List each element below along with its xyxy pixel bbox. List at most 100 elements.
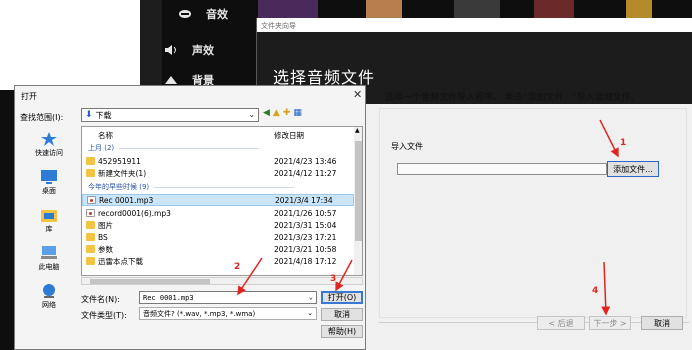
- file-date: 2021/3/23 17:21: [274, 232, 337, 242]
- help-button[interactable]: 帮助(H): [321, 325, 363, 338]
- file-date: 2021/3/4 17:34: [275, 195, 333, 205]
- nav-this-pc[interactable]: 此电脑: [20, 246, 78, 272]
- group-header-last-month[interactable]: 上月 (2): [88, 143, 260, 153]
- open-button[interactable]: 打开(O): [321, 291, 363, 304]
- nav-label: 此电脑: [38, 263, 60, 271]
- nav-quick-access[interactable]: 快速访问: [20, 132, 78, 158]
- file-name: BS: [98, 232, 108, 242]
- bg-menu-item-sound-effect[interactable]: 音效: [178, 6, 228, 22]
- file-name: 迅雷本点下载: [98, 256, 143, 266]
- look-in-label: 查找范围(I):: [20, 113, 64, 122]
- open-file-dialog: 打开 ✕ 查找范围(I): ⬇ 下载 ⌄ ◀ ▲ ✚ ▦ 快速访问 桌面 库 此…: [14, 85, 366, 350]
- up-folder-icon[interactable]: ▲: [273, 108, 280, 118]
- folder-icon: [86, 157, 95, 165]
- file-date: 2021/3/21 10:58: [274, 244, 337, 254]
- horizontal-scrollbar[interactable]: [81, 277, 363, 285]
- file-name: 图片: [98, 220, 113, 230]
- desktop-icon: [41, 170, 57, 184]
- filetype-select[interactable]: 音频文件? (*.wav, *.mp3, *.wma) ⌄: [139, 307, 317, 320]
- scroll-up-icon[interactable]: ▲: [355, 127, 360, 134]
- file-name: Rec 0001.mp3: [99, 195, 154, 205]
- file-name: record0001(6).mp3: [98, 208, 171, 218]
- group-header-this-year[interactable]: 今年的早些时候 (9): [88, 182, 295, 192]
- back-icon[interactable]: ◀: [263, 108, 270, 118]
- new-folder-icon[interactable]: ✚: [283, 108, 291, 118]
- import-file-field[interactable]: [397, 163, 607, 175]
- bg-menu-label: 音效: [206, 8, 228, 21]
- back-button[interactable]: < 后退: [537, 316, 585, 330]
- smile-icon: [179, 10, 191, 18]
- vertical-scrollbar[interactable]: ▲: [354, 127, 362, 275]
- file-date: 2021/3/31 15:04: [274, 220, 337, 230]
- group-label: 上月 (2): [88, 144, 115, 152]
- file-date: 2021/4/12 11:27: [274, 168, 337, 178]
- folder-icon: [86, 233, 95, 241]
- nav-desktop[interactable]: 桌面: [20, 170, 78, 196]
- annotation-number: 2: [234, 262, 241, 272]
- speaker-icon: [165, 45, 176, 55]
- file-name: 452951911: [98, 156, 141, 166]
- nav-network[interactable]: 网络: [20, 284, 78, 310]
- column-date-header[interactable]: 修改日期: [274, 130, 304, 141]
- nav-label: 桌面: [42, 187, 56, 195]
- audio-file-icon: [87, 196, 96, 204]
- background-panel: [0, 0, 140, 90]
- folder-icon: [86, 245, 95, 253]
- file-row[interactable]: BS 2021/3/23 17:21: [82, 231, 354, 243]
- nav-label: 快速访问: [35, 149, 63, 157]
- nav-label: 网络: [42, 301, 56, 309]
- add-file-button[interactable]: 添加文件...: [607, 161, 659, 177]
- bg-menu-label: 声效: [192, 44, 214, 57]
- scroll-thumb[interactable]: [90, 279, 210, 284]
- filetype-label: 文件类型(T):: [81, 311, 127, 320]
- network-icon: [43, 284, 55, 298]
- file-row[interactable]: record0001(6).mp3 2021/1/26 10:57: [82, 207, 354, 219]
- library-icon: [41, 210, 57, 222]
- annotation-number: 3: [330, 274, 337, 284]
- filename-value: Rec 0001.mp3: [143, 293, 194, 302]
- annotation-number: 4: [592, 286, 599, 296]
- column-headers: 名称 修改日期: [82, 127, 354, 141]
- folder-icon: [86, 221, 95, 229]
- cancel-button[interactable]: 取消: [321, 308, 363, 321]
- file-row[interactable]: 参数 2021/3/21 10:58: [82, 243, 354, 255]
- nav-library[interactable]: 库: [20, 208, 78, 234]
- folder-icon: [86, 169, 95, 177]
- dialog-title: 打开: [21, 92, 37, 101]
- chevron-down-icon[interactable]: ⌄: [309, 293, 313, 301]
- column-name-header[interactable]: 名称: [98, 130, 113, 141]
- wizard-content-panel: [379, 108, 687, 318]
- group-label: 今年的早些时候 (9): [88, 183, 150, 191]
- dialog-toolbar: ◀ ▲ ✚ ▦: [263, 108, 302, 118]
- file-date: 2021/4/23 13:46: [274, 156, 337, 166]
- chevron-down-icon: ⌄: [248, 110, 255, 119]
- file-list: 名称 修改日期 上月 (2) 452951911 2021/4/23 13:46…: [81, 126, 363, 276]
- file-date: 2021/4/18 17:12: [274, 256, 337, 266]
- annotation-number: 1: [620, 138, 627, 148]
- triangle-icon: [165, 76, 177, 84]
- wizard-cancel-button[interactable]: 取消: [641, 316, 683, 330]
- look-in-select[interactable]: ⬇ 下载 ⌄: [81, 108, 259, 122]
- file-row[interactable]: 图片 2021/3/31 15:04: [82, 219, 354, 231]
- view-menu-icon[interactable]: ▦: [293, 108, 302, 118]
- import-file-label: 导入文件: [391, 142, 423, 151]
- star-icon: [41, 132, 57, 146]
- file-row[interactable]: 迅雷本点下载 2021/4/18 17:12: [82, 255, 354, 267]
- background-gutter: [140, 0, 294, 90]
- file-row[interactable]: 新建文件夹(1) 2021/4/12 11:27: [82, 167, 354, 179]
- wizard-titlebar: 文件夹向导: [257, 18, 692, 32]
- bg-menu-item-voice[interactable]: 声效: [164, 42, 214, 58]
- computer-icon: [41, 246, 57, 259]
- file-row-selected[interactable]: Rec 0001.mp3 2021/3/4 17:34: [82, 194, 354, 206]
- scroll-thumb[interactable]: [355, 141, 362, 241]
- filename-label: 文件名(N):: [81, 295, 120, 304]
- file-row[interactable]: 452951911 2021/4/23 13:46: [82, 155, 354, 167]
- filename-input[interactable]: Rec 0001.mp3 ⌄: [139, 291, 317, 304]
- chevron-down-icon: ⌄: [307, 309, 313, 317]
- next-button[interactable]: 下一步 >: [589, 316, 631, 330]
- folder-icon: [86, 257, 95, 265]
- audio-file-icon: [86, 209, 95, 217]
- close-icon[interactable]: ✕: [353, 88, 362, 101]
- file-date: 2021/1/26 10:57: [274, 208, 337, 218]
- nav-label: 库: [45, 225, 53, 233]
